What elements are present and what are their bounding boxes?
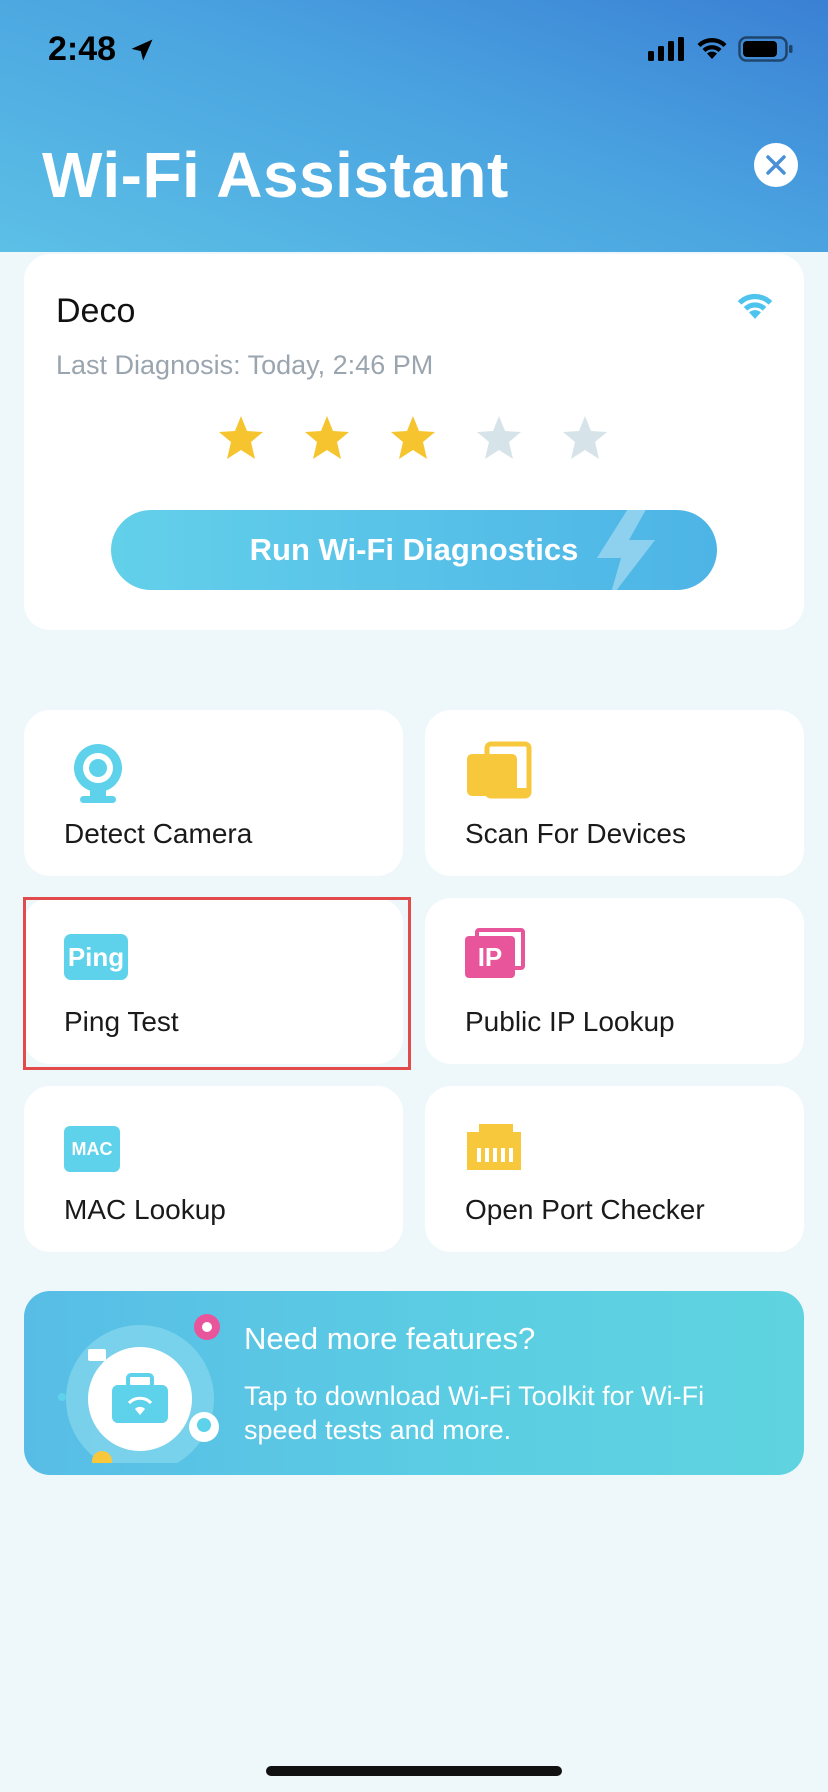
tool-label: Ping Test — [64, 1006, 179, 1037]
star-filled-icon — [216, 414, 266, 462]
wifi-status-icon — [697, 37, 727, 59]
home-indicator[interactable] — [266, 1766, 562, 1776]
camera-icon — [74, 744, 122, 803]
star-filled-icon — [388, 414, 438, 462]
star-empty-icon — [560, 414, 610, 462]
ip-icon: IP — [465, 928, 527, 980]
ping-icon: Ping — [64, 934, 128, 980]
star-empty-icon — [474, 414, 524, 462]
mac-icon: MAC — [64, 1126, 120, 1172]
ping-icon-text: Ping — [67, 941, 125, 972]
tool-detect-camera[interactable]: Detect Camera — [24, 710, 403, 876]
tool-scan-devices[interactable]: Scan For Devices — [425, 710, 804, 876]
banner-title: Need more features? — [244, 1321, 536, 1356]
status-bar: 2:48 — [0, 0, 828, 100]
port-icon — [467, 1124, 521, 1170]
tool-label: Open Port Checker — [465, 1194, 705, 1225]
ip-icon-text: IP — [477, 941, 503, 972]
toolkit-illustration-icon — [58, 1314, 220, 1463]
star-filled-icon — [302, 414, 352, 462]
wifi-icon — [737, 293, 773, 319]
status-icons — [648, 36, 794, 62]
tool-mac-lookup[interactable]: MAC MAC Lookup — [24, 1086, 403, 1252]
network-name: Deco — [56, 292, 136, 330]
ip-icon-front: IP — [465, 936, 515, 978]
tool-label: Scan For Devices — [465, 818, 686, 849]
location-arrow-icon — [131, 39, 153, 61]
battery-icon — [738, 36, 793, 62]
status-time: 2:48 — [48, 30, 117, 68]
tool-ping-test[interactable]: Ping Ping Test — [24, 898, 403, 1064]
tool-label: MAC Lookup — [64, 1194, 226, 1225]
devices-icon — [467, 741, 532, 799]
close-button[interactable] — [754, 143, 798, 187]
banner-description: Tap to download Wi-Fi Toolkit for Wi-Fi … — [244, 1381, 705, 1445]
tool-label: Detect Camera — [64, 818, 253, 849]
page-title: Wi-Fi Assistant — [42, 139, 509, 211]
tool-public-ip-lookup[interactable]: IP Public IP Lookup — [425, 898, 804, 1064]
header: 2:48 Wi-Fi Assistant — [0, 0, 828, 252]
mac-icon-text: MAC — [71, 1138, 113, 1159]
network-card: Deco Last Diagnosis: Today, 2:46 PM Run … — [24, 254, 804, 630]
last-diagnosis-text: Last Diagnosis: Today, 2:46 PM — [56, 350, 434, 380]
rating-stars — [216, 414, 610, 462]
run-diagnostics-button[interactable]: Run Wi-Fi Diagnostics — [111, 510, 717, 590]
tool-label: Public IP Lookup — [465, 1006, 675, 1037]
tool-open-port-checker[interactable]: Open Port Checker — [425, 1086, 804, 1252]
cellular-signal-icon — [648, 37, 684, 61]
run-diagnostics-label: Run Wi-Fi Diagnostics — [249, 532, 579, 567]
toolkit-promo-banner[interactable]: Need more features? Tap to download Wi-F… — [24, 1291, 804, 1475]
close-icon — [766, 155, 786, 175]
lightning-icon — [597, 510, 655, 590]
